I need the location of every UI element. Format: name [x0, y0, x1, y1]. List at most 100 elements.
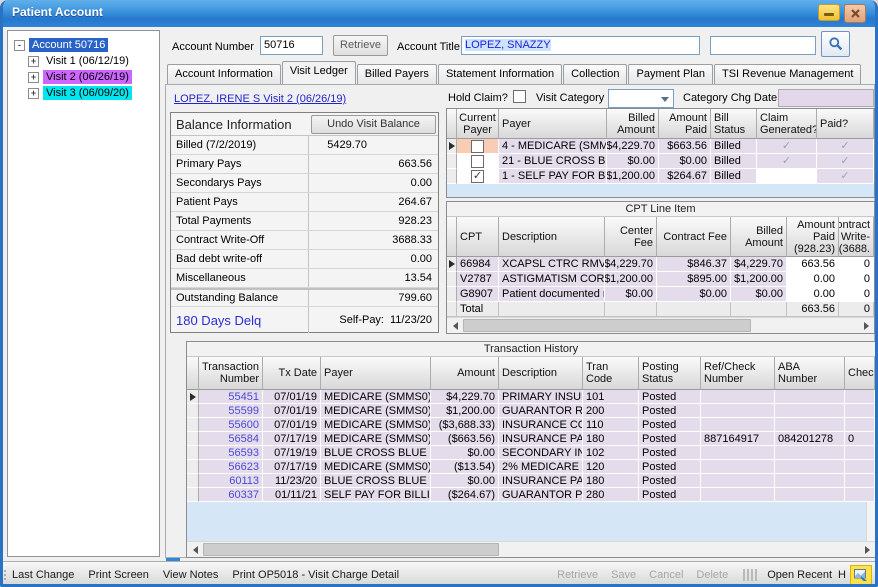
scroll-right-icon[interactable]	[858, 318, 874, 333]
col-header-payer[interactable]: Payer	[321, 357, 431, 390]
cell-transaction-number[interactable]: 55451	[199, 390, 263, 404]
col-header-center-fee[interactable]: Center Fee	[605, 217, 657, 257]
cell-transaction-number[interactable]: 56584	[199, 432, 263, 446]
col-header-tx-date[interactable]: Tx Date	[263, 357, 321, 390]
cell-transaction-number[interactable]: 56623	[199, 460, 263, 474]
col-header-posting-status[interactable]: Posting Status	[639, 357, 701, 390]
scrollbar-thumb[interactable]	[203, 543, 499, 556]
transaction-row[interactable]: 56584 07/17/19 MEDICARE (SMMS0)(4 ($663.…	[187, 432, 875, 446]
transaction-row[interactable]: 56593 07/19/19 BLUE CROSS BLUE SI $0.00 …	[187, 446, 875, 460]
hold-claim-checkbox[interactable]	[513, 90, 526, 103]
cpt-row[interactable]: V2787 ASTIGMATISM CORREC $1,200.00 $895.…	[447, 272, 874, 287]
help-button[interactable]: H	[838, 569, 846, 581]
cell-transaction-number[interactable]: 55600	[199, 418, 263, 432]
transaction-row[interactable]: 60337 01/11/21 SELF PAY FOR BILLIN ($264…	[187, 488, 875, 502]
col-header-check[interactable]: Check	[845, 357, 875, 390]
col-header-current-payer[interactable]: Current Payer	[457, 109, 499, 139]
col-header-payer[interactable]: Payer	[499, 109, 607, 139]
print-screen-button[interactable]: Print Screen	[88, 569, 149, 581]
tree-item-visit1[interactable]: Visit 1 (06/12/19)	[43, 54, 132, 68]
scroll-right-icon[interactable]	[859, 542, 875, 557]
col-header-amount[interactable]: Amount	[431, 357, 499, 390]
col-header-description[interactable]: Description	[499, 217, 605, 257]
tab-payment-plan[interactable]: Payment Plan	[628, 64, 712, 84]
tab-billed-payers[interactable]: Billed Payers	[357, 64, 437, 84]
account-number-input[interactable]: 50716	[260, 36, 323, 55]
tab-account-information[interactable]: Account Information	[167, 64, 281, 84]
visit-category-dropdown[interactable]	[608, 89, 674, 108]
tree-item-visit3[interactable]: Visit 3 (06/09/20)	[43, 86, 132, 100]
account-title-input[interactable]: LOPEZ, SNAZZY	[461, 36, 700, 55]
scroll-left-icon[interactable]	[447, 318, 463, 333]
transaction-row[interactable]: 60113 11/23/20 BLUE CROSS BLUE SI $0.00 …	[187, 474, 875, 488]
collapse-icon[interactable]: -	[14, 40, 25, 51]
current-payer-checkbox[interactable]: ✓	[471, 170, 484, 183]
tab-statement-information[interactable]: Statement Information	[438, 64, 562, 84]
quick-search-input[interactable]	[710, 36, 816, 55]
col-header-amount-paid[interactable]: Amount Paid (928.23)	[787, 217, 839, 257]
payer-row[interactable]: 21 - BLUE CROSS BLUE $0.00 $0.00 Billed …	[447, 154, 874, 169]
col-header-tran-code[interactable]: Tran Code	[583, 357, 639, 390]
expand-icon[interactable]: +	[28, 56, 39, 67]
close-button[interactable]	[844, 4, 866, 23]
col-header-description[interactable]: Description	[499, 357, 583, 390]
current-payer-checkbox[interactable]	[471, 140, 484, 153]
col-header-billed-amount[interactable]: Billed Amount	[607, 109, 659, 139]
cancel-button[interactable]: Cancel	[649, 569, 683, 581]
retrieve-statusbar-button[interactable]: Retrieve	[557, 569, 598, 581]
col-header-contract-fee[interactable]: Contract Fee	[657, 217, 731, 257]
scrollbar-thumb[interactable]	[463, 319, 751, 332]
scroll-left-icon[interactable]	[187, 542, 203, 557]
payer-row[interactable]: 4 - MEDICARE (SMMS0) $4,229.70 $663.56 B…	[447, 139, 874, 154]
col-header-cpt[interactable]: CPT	[457, 217, 499, 257]
minimize-button[interactable]	[818, 4, 840, 21]
transaction-row[interactable]: 55599 07/01/19 MEDICARE (SMMS0)(4 $1,200…	[187, 404, 875, 418]
cell-description: INSURANCE PAYM	[499, 474, 583, 488]
patient-visit-link[interactable]: LOPEZ, IRENE S Visit 2 (06/26/19)	[174, 93, 346, 105]
col-header-claim-generated[interactable]: Claim Generated?	[757, 109, 817, 139]
col-header-amount-paid[interactable]: Amount Paid	[659, 109, 711, 139]
payer-row[interactable]: ✓ 1 - SELF PAY FOR BILLIN $1,200.00 $264…	[447, 169, 874, 184]
titlebar[interactable]: Patient Account	[0, 0, 878, 27]
col-header-ref-check-number[interactable]: Ref/Check Number	[701, 357, 775, 390]
tab-collection[interactable]: Collection	[563, 64, 627, 84]
cpt-horizontal-scrollbar[interactable]	[447, 317, 874, 333]
col-header-contract-writeoff[interactable]: Contract Write- (3688.	[839, 217, 874, 257]
transaction-vertical-scrollbar[interactable]	[866, 502, 875, 541]
col-header-aba-number[interactable]: ABA Number	[775, 357, 845, 390]
delete-button[interactable]: Delete	[696, 569, 728, 581]
transaction-row[interactable]: 56623 07/17/19 MEDICARE (SMMS0)(4 ($13.5…	[187, 460, 875, 474]
cpt-row[interactable]: G8907 Patient documented not t $0.00 $0.…	[447, 287, 874, 302]
col-header-paid[interactable]: Paid?	[817, 109, 874, 139]
transaction-horizontal-scrollbar[interactable]	[187, 541, 875, 557]
search-button[interactable]	[821, 31, 850, 57]
save-button[interactable]: Save	[611, 569, 636, 581]
cell-transaction-number[interactable]: 55599	[199, 404, 263, 418]
current-payer-checkbox[interactable]	[471, 155, 484, 168]
cell-transaction-number[interactable]: 60113	[199, 474, 263, 488]
visit-category-value	[609, 94, 611, 106]
screenshot-tool-button[interactable]	[850, 565, 872, 585]
col-header-transaction-number[interactable]: Transaction Number	[199, 357, 263, 390]
view-notes-button[interactable]: View Notes	[163, 569, 218, 581]
undo-visit-balance-button[interactable]: Undo Visit Balance	[311, 115, 436, 134]
expand-icon[interactable]: +	[28, 88, 39, 99]
retrieve-button[interactable]: Retrieve	[333, 35, 388, 56]
cell-transaction-number[interactable]: 56593	[199, 446, 263, 460]
tab-visit-ledger[interactable]: Visit Ledger	[282, 61, 356, 84]
col-header-bill-status[interactable]: Bill Status	[711, 109, 757, 139]
transaction-row[interactable]: 55451 07/01/19 MEDICARE (SMMS0)(4 $4,229…	[187, 390, 875, 404]
cell-transaction-number[interactable]: 60337	[199, 488, 263, 502]
print-visit-charge-detail-button[interactable]: Print OP5018 - Visit Charge Detail	[232, 569, 399, 581]
open-recent-button[interactable]: Open Recent	[767, 569, 832, 581]
category-chg-date-field[interactable]	[778, 89, 874, 107]
col-header-billed-amount[interactable]: Billed Amount	[731, 217, 787, 257]
tree-item-account[interactable]: Account 50716	[29, 38, 108, 52]
cpt-row[interactable]: 66984 XCAPSL CTRC RMVL IN $4,229.70 $846…	[447, 257, 874, 272]
tab-tsi-revenue-management[interactable]: TSI Revenue Management	[714, 64, 861, 84]
last-change-button[interactable]: Last Change	[12, 569, 74, 581]
cell-tran-code: 102	[583, 446, 639, 460]
transaction-row[interactable]: 55600 07/01/19 MEDICARE (SMMS0)(4 ($3,68…	[187, 418, 875, 432]
expand-icon[interactable]: +	[28, 72, 39, 83]
tree-item-visit2[interactable]: Visit 2 (06/26/19)	[43, 70, 132, 84]
